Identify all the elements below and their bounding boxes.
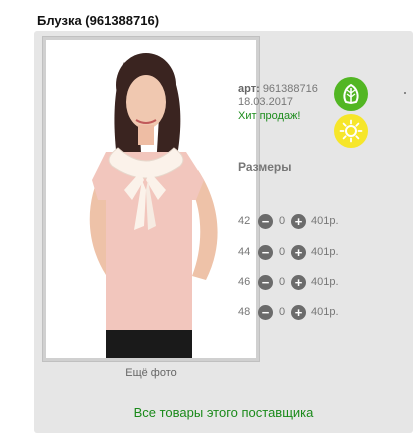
size-label: 42 [238,215,251,227]
quantity-value: 0 [278,276,286,288]
size-label: 44 [238,246,251,258]
size-label: 48 [238,306,251,318]
product-title: Блузка (961388716) [37,13,160,28]
size-row: 44 − 0 + 401р. [238,244,339,260]
eco-badge [334,77,368,111]
size-label: 46 [238,276,251,288]
decrease-quantity-button[interactable]: − [258,274,273,290]
size-price: 401р. [311,246,339,258]
quantity-value: 0 [278,306,286,318]
size-row: 46 − 0 + 401р. [238,274,339,290]
season-badge [334,114,368,148]
decrease-quantity-button[interactable]: − [258,244,273,260]
increase-quantity-button[interactable]: + [291,304,306,320]
quantity-value: 0 [278,215,286,227]
blouse-model-image [46,40,256,358]
more-photos-link[interactable]: Ещё фото [42,367,260,379]
article-value: 961388716 [262,83,318,95]
size-price: 401р. [311,276,339,288]
decrease-quantity-button[interactable]: − [258,213,273,229]
sizes-heading: Размеры [238,160,292,174]
size-row: 48 − 0 + 401р. [238,304,339,320]
supplier-products-link[interactable]: Все товары этого поставщика [34,405,413,420]
size-price: 401р. [311,215,339,227]
article-label: арт: [238,83,260,95]
increase-quantity-button[interactable]: + [291,274,306,290]
increase-quantity-button[interactable]: + [291,244,306,260]
decrease-quantity-button[interactable]: − [258,304,273,320]
sun-icon [339,119,363,143]
size-row: 42 − 0 + 401р. [238,213,339,229]
product-photo-frame[interactable] [42,36,260,362]
product-photo[interactable] [46,40,256,358]
quantity-value: 0 [278,246,286,258]
increase-quantity-button[interactable]: + [291,213,306,229]
size-price: 401р. [311,306,339,318]
leaf-icon [343,83,359,105]
decorative-dot [404,92,406,94]
